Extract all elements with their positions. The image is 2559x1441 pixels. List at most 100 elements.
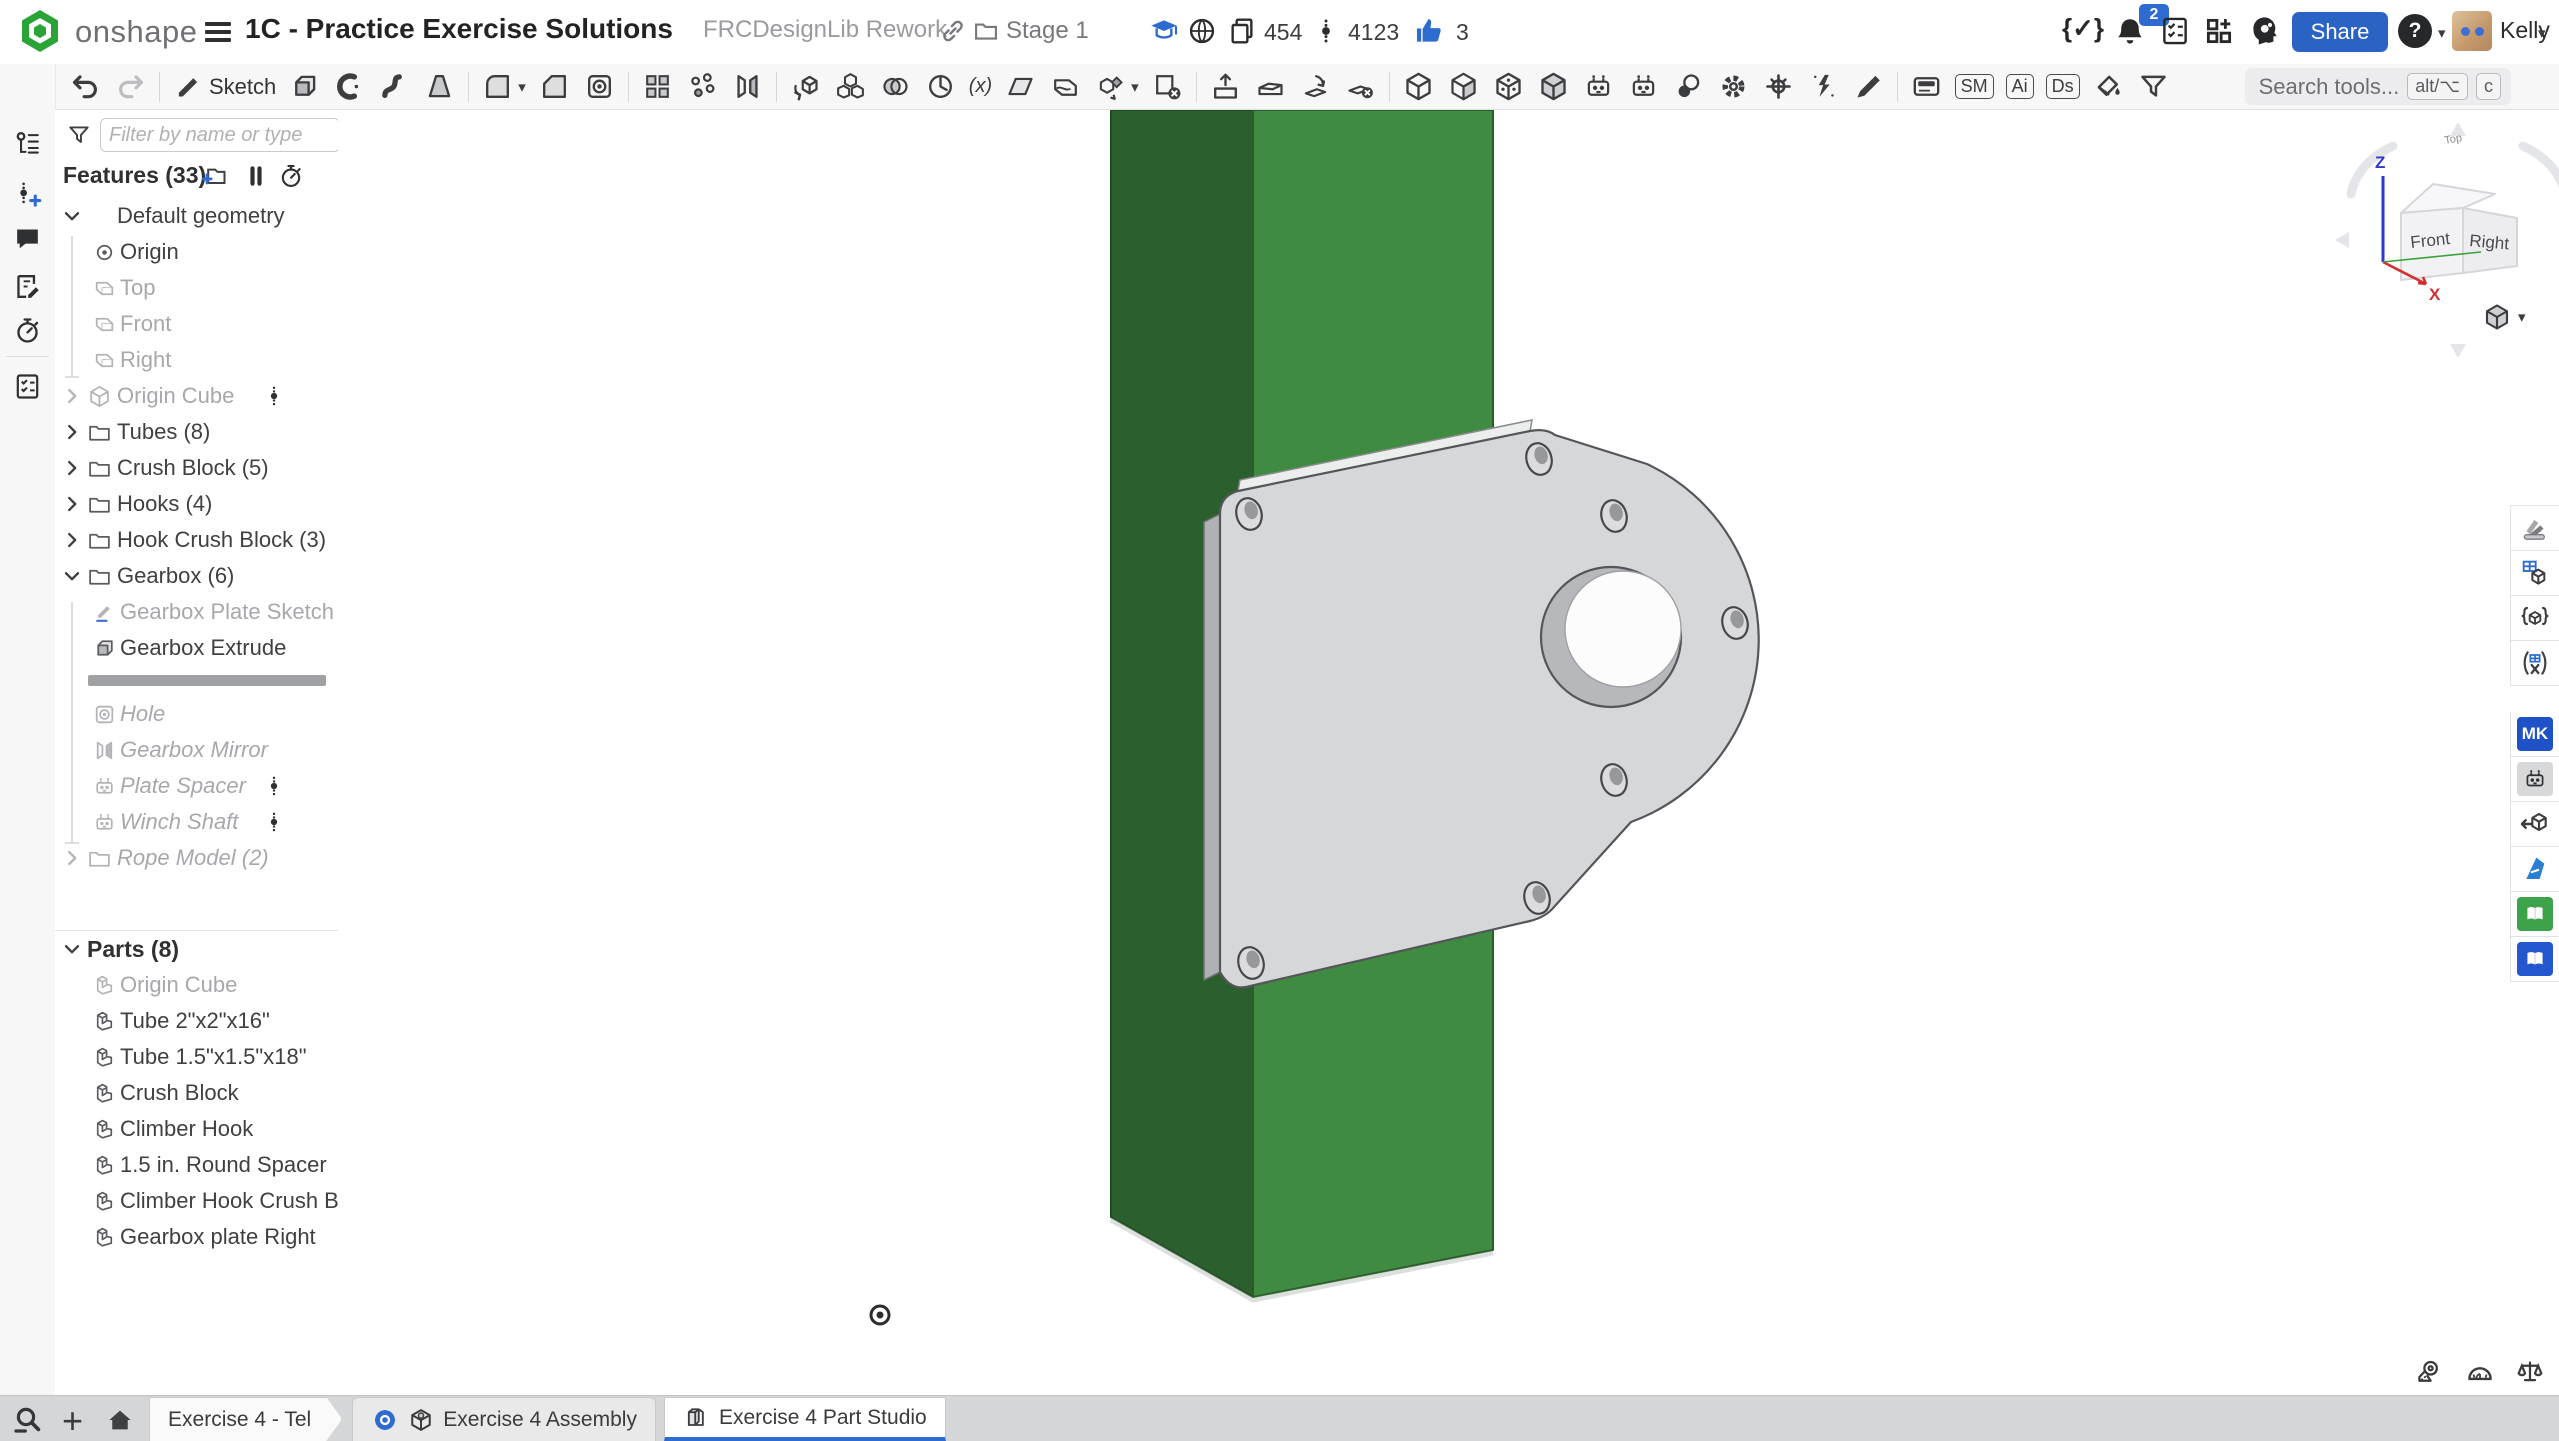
part-row[interactable]: 1.5 in. Round Spacer (55, 1147, 338, 1183)
loft-button[interactable] (423, 70, 456, 103)
add-tab-button[interactable]: + (62, 1403, 83, 1439)
search-tools[interactable]: Search tools... alt/⌥ c (2245, 68, 2511, 105)
export-button[interactable] (1209, 70, 1242, 103)
ai-assistant-icon[interactable] (2246, 13, 2282, 49)
feature-row[interactable]: Front (55, 306, 338, 342)
share-button[interactable]: Share (2292, 12, 2388, 52)
featurescript-robot-button[interactable] (2510, 757, 2559, 802)
named-views-button[interactable] (1492, 70, 1525, 103)
view-cube-button[interactable] (1402, 70, 1435, 103)
part-export-button[interactable] (2510, 802, 2559, 847)
part-row[interactable]: Crush Block (55, 1075, 338, 1111)
versions-count-icon[interactable] (1310, 14, 1342, 48)
delete-part-button[interactable] (1151, 70, 1184, 103)
hole-tool-button[interactable] (583, 70, 616, 103)
chevron-right-icon[interactable] (61, 529, 83, 551)
likes-icon[interactable] (1412, 14, 1446, 48)
part-row[interactable]: Gearbox plate Right (55, 1219, 338, 1255)
chevron-right-icon[interactable] (61, 385, 83, 407)
protractor-icon[interactable] (2465, 1357, 2495, 1387)
home-tab-icon[interactable] (105, 1405, 135, 1435)
tab-exercise-4-tel[interactable]: Exercise 4 - Tel (149, 1397, 342, 1441)
tasks-icon[interactable] (2158, 14, 2192, 48)
featurescript-2-button[interactable] (1627, 70, 1660, 103)
help-button[interactable]: ? (2398, 14, 2432, 48)
user-menu-caret-icon[interactable]: ▾ (2538, 24, 2546, 42)
app-store-icon[interactable] (2202, 14, 2236, 48)
view-options-button[interactable]: ▾ (2482, 302, 2526, 332)
document-title[interactable]: 1C - Practice Exercise Solutions (245, 13, 673, 45)
sweep-button[interactable] (378, 70, 411, 103)
sketch-button[interactable]: Sketch (172, 70, 276, 103)
comments-icon[interactable] (12, 223, 43, 254)
revolve-button[interactable] (333, 70, 366, 103)
release-notes-icon[interactable] (12, 271, 43, 302)
quick-tools-button[interactable] (1807, 70, 1840, 103)
docs-library-button[interactable] (2510, 892, 2559, 937)
breadcrumb-stage[interactable]: Stage 1 (1006, 17, 1089, 45)
marker-button[interactable] (1852, 70, 1885, 103)
surface-button[interactable] (1049, 70, 1082, 103)
feature-row[interactable]: Crush Block (5) (55, 450, 338, 486)
tab-exercise-4-part-studio[interactable]: Exercise 4 Part Studio (664, 1397, 946, 1441)
name-tag-button[interactable] (1910, 70, 1943, 103)
modify-bend-button[interactable] (1299, 70, 1332, 103)
feature-row[interactable]: Hole (55, 696, 338, 732)
delete-bend-button[interactable] (1344, 70, 1377, 103)
help-caret-icon[interactable]: ▾ (2438, 24, 2446, 42)
tape-measure-icon[interactable] (2415, 1357, 2445, 1387)
filter-icon[interactable] (66, 122, 92, 148)
configurations-button[interactable] (2510, 641, 2559, 686)
search-tabs-icon[interactable] (12, 1403, 44, 1435)
suppress-pause-icon[interactable] (242, 162, 270, 190)
settings-button[interactable] (1717, 70, 1750, 103)
redo-button[interactable] (114, 70, 147, 103)
mirror-tool-button[interactable] (731, 70, 764, 103)
featurescript-check-icon[interactable]: {✓} (2062, 13, 2104, 44)
extrude-button[interactable] (288, 70, 321, 103)
mate-connector-button[interactable] (1762, 70, 1795, 103)
performance-icon[interactable] (12, 315, 43, 346)
tab-exercise-4-assembly[interactable]: Exercise 4 Assembly (352, 1397, 656, 1441)
part-row[interactable]: Climber Hook (55, 1111, 338, 1147)
feature-row[interactable]: Hook Crush Block (3) (55, 522, 338, 558)
part-row[interactable]: Tube 2"x2"x16" (55, 1003, 338, 1039)
part-row[interactable]: Origin Cube (55, 967, 338, 1003)
filter-input[interactable] (100, 118, 340, 152)
transform-button[interactable] (789, 70, 822, 103)
ai-advisor-button[interactable]: Ai (2006, 74, 2034, 99)
undo-button[interactable] (69, 70, 102, 103)
bom-tables-button[interactable] (2510, 551, 2559, 596)
feature-row[interactable]: Gearbox (6) (55, 558, 338, 594)
chamfer-button[interactable] (538, 70, 571, 103)
materials-button[interactable] (1672, 70, 1705, 103)
feature-list-icon[interactable] (12, 128, 43, 159)
linear-pattern-button[interactable] (641, 70, 674, 103)
configuration-dots-icon[interactable] (261, 773, 287, 799)
mkcad-button[interactable]: MK (2510, 712, 2559, 757)
chevron-right-icon[interactable] (61, 421, 83, 443)
avatar[interactable] (2452, 11, 2492, 51)
featurescript-1-button[interactable] (1582, 70, 1615, 103)
display-states-button[interactable] (1537, 70, 1570, 103)
graphics-viewport[interactable]: Top Front Right Z X ▾ MK (338, 110, 2559, 1395)
feature-row[interactable]: Origin Cube (55, 378, 338, 414)
feature-row[interactable]: Gearbox Plate Sketch (55, 594, 338, 630)
feature-row[interactable]: Gearbox Mirror (55, 732, 338, 768)
feature-row[interactable]: Winch Shaft (55, 804, 338, 840)
altium-sync-button[interactable] (2510, 847, 2559, 892)
circular-pattern-button[interactable] (686, 70, 719, 103)
filter-tools-button[interactable] (2137, 70, 2170, 103)
feature-row[interactable]: Gearbox Extrude (55, 630, 338, 666)
section-view-button[interactable] (1447, 70, 1480, 103)
learning-center-icon[interactable] (1148, 15, 1180, 47)
feature-row[interactable]: Default geometry (55, 198, 338, 234)
chevron-right-icon[interactable] (61, 847, 83, 869)
feature-row[interactable]: Plate Spacer (55, 768, 338, 804)
plane-tool-button[interactable] (1004, 70, 1037, 103)
part-row[interactable]: Tube 1.5"x1.5"x18" (55, 1039, 338, 1075)
feature-pattern-button[interactable]: ▾ (1094, 70, 1139, 103)
boolean-button[interactable] (879, 70, 912, 103)
chevron-right-icon[interactable] (61, 493, 83, 515)
part-row[interactable]: Climber Hook Crush B... (55, 1183, 338, 1219)
